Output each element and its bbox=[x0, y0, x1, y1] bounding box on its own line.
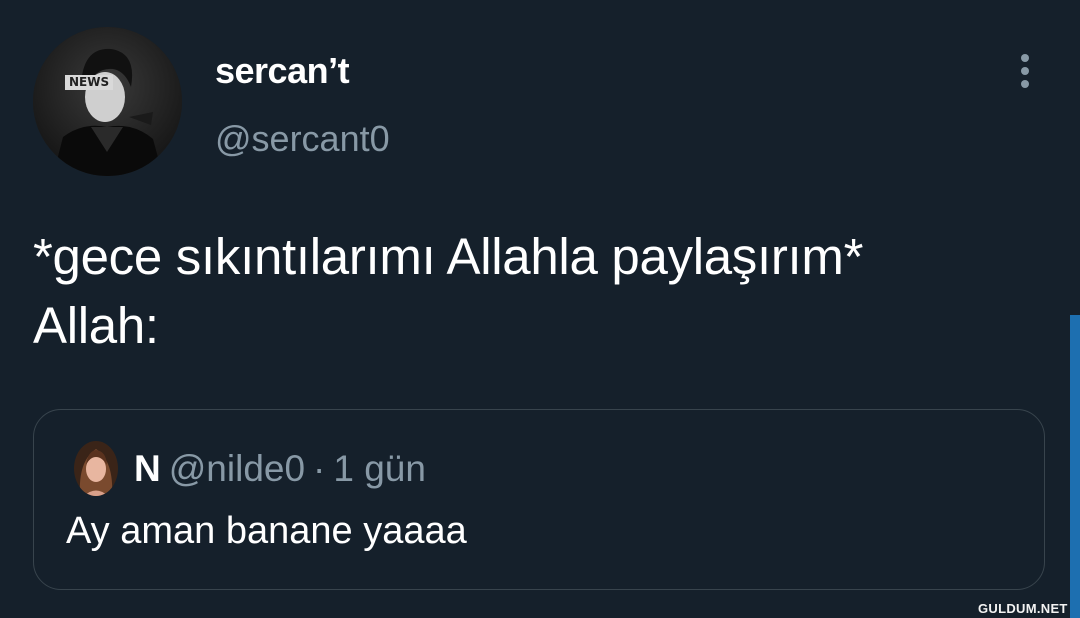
header-separator: · bbox=[313, 448, 326, 489]
quoted-tweet-time[interactable]: 1 gün bbox=[333, 448, 426, 489]
quoted-tweet-text: Ay aman banane yaaaa bbox=[66, 510, 467, 552]
author-avatar[interactable]: NEWS bbox=[33, 27, 182, 176]
quoted-author-avatar-image bbox=[74, 441, 118, 496]
news-badge: NEWS bbox=[65, 75, 114, 90]
scrollbar[interactable] bbox=[1070, 315, 1080, 618]
quoted-tweet-header: N @nilde0 · 1 gün bbox=[134, 448, 426, 490]
more-vertical-icon[interactable] bbox=[1010, 52, 1040, 92]
author-display-name[interactable]: sercan’t bbox=[215, 50, 350, 92]
quoted-tweet-card[interactable]: N @nilde0 · 1 gün Ay aman banane yaaaa bbox=[33, 409, 1045, 590]
watermark: GULDUM.NET bbox=[978, 601, 1068, 616]
tweet-text: *gece sıkıntılarımı Allahla paylaşırım* … bbox=[33, 228, 864, 354]
author-handle[interactable]: @sercant0 bbox=[215, 118, 390, 160]
quoted-author-avatar[interactable] bbox=[74, 441, 118, 496]
quoted-author-handle[interactable]: @nilde0 bbox=[169, 448, 305, 489]
author-avatar-image bbox=[33, 27, 182, 176]
quoted-author-name[interactable]: N bbox=[134, 448, 161, 489]
tweet-screen: NEWS sercan’t @sercant0 *gece sıkıntılar… bbox=[0, 0, 1080, 618]
